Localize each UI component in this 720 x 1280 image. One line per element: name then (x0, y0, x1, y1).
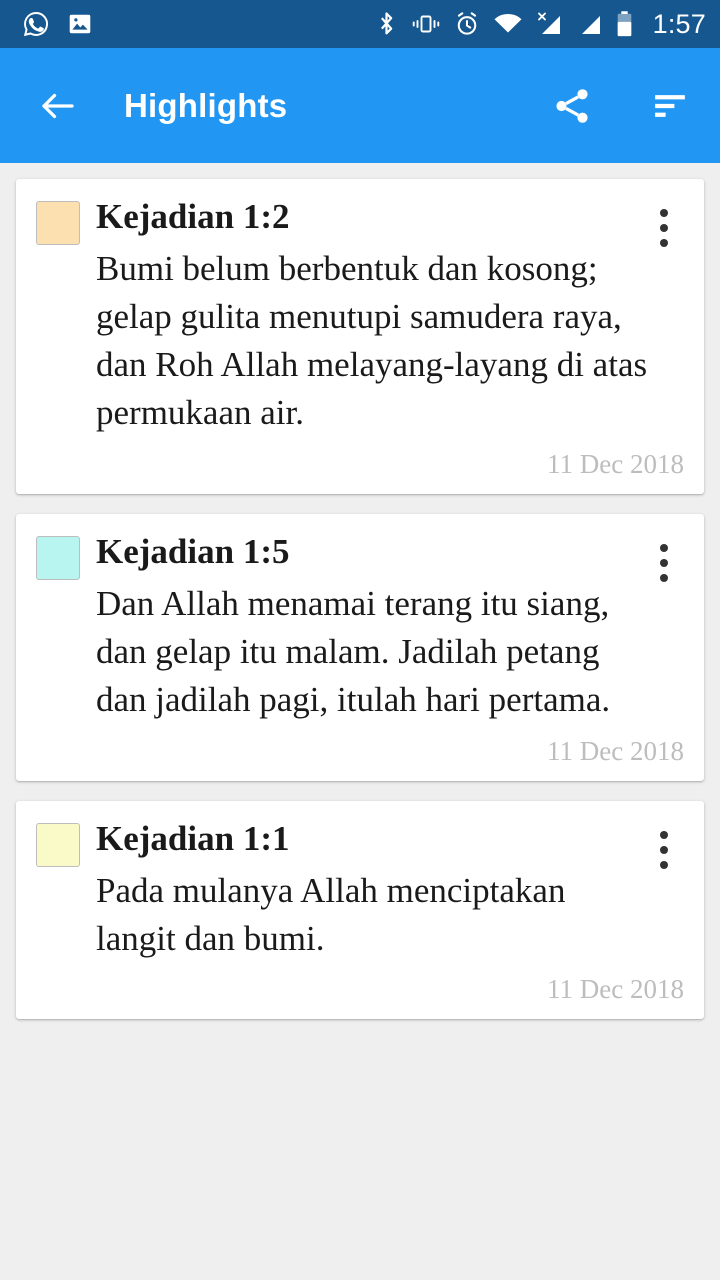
signal-no-service-icon (536, 11, 563, 38)
highlight-reference: Kejadian 1:1 (96, 818, 290, 858)
share-button[interactable] (548, 82, 596, 130)
app-bar: Highlights (0, 48, 720, 163)
highlight-color-swatch (36, 535, 80, 580)
highlight-date: 11 Dec 2018 (547, 735, 684, 766)
alarm-icon (454, 11, 480, 37)
highlight-card[interactable]: Kejadian 1:2 Bumi belum berbentuk dan ko… (16, 179, 704, 494)
status-bar-left-icons (22, 10, 93, 38)
status-bar-clock: 1:57 (652, 8, 706, 39)
app-bar-actions (548, 82, 694, 130)
overflow-menu-icon[interactable] (644, 819, 684, 869)
sort-button[interactable] (646, 82, 694, 130)
highlight-card[interactable]: Kejadian 1:1 Pada mulanya Allah mencipta… (16, 800, 704, 1020)
highlight-color-swatch (36, 822, 80, 867)
whatsapp-icon (22, 10, 50, 38)
battery-icon (616, 10, 633, 38)
overflow-menu-icon[interactable] (644, 532, 684, 582)
highlight-reference: Kejadian 1:2 (96, 197, 290, 236)
highlight-text: Pada mulanya Allah menciptakan langit da… (96, 870, 566, 958)
highlight-card-header: Kejadian 1:2 (36, 197, 684, 247)
highlight-reference: Kejadian 1:5 (96, 531, 290, 571)
status-bar-right-icons: 1:57 (375, 10, 706, 38)
highlight-card-header: Kejadian 1:1 (36, 819, 684, 869)
highlight-card[interactable]: Kejadian 1:5 Dan Allah menamai terang it… (16, 513, 704, 781)
vibrate-icon (411, 11, 441, 37)
bluetooth-icon (375, 10, 398, 38)
back-button[interactable] (34, 82, 82, 130)
overflow-menu-icon[interactable] (644, 197, 684, 247)
highlight-color-swatch (36, 201, 80, 245)
highlight-date: 11 Dec 2018 (547, 448, 684, 479)
highlight-card-header: Kejadian 1:5 (36, 532, 684, 582)
photo-icon (67, 11, 93, 37)
status-bar: 1:57 (0, 0, 720, 48)
signal-icon (576, 11, 603, 38)
page-title: Highlights (124, 86, 288, 124)
highlight-date: 11 Dec 2018 (547, 974, 684, 1005)
highlights-list: Kejadian 1:2 Bumi belum berbentuk dan ko… (0, 163, 720, 1020)
highlight-text: Bumi belum berbentuk dan kosong; gelap g… (96, 249, 648, 432)
wifi-icon (493, 12, 523, 36)
highlight-text: Dan Allah menamai terang itu siang, dan … (96, 583, 611, 719)
